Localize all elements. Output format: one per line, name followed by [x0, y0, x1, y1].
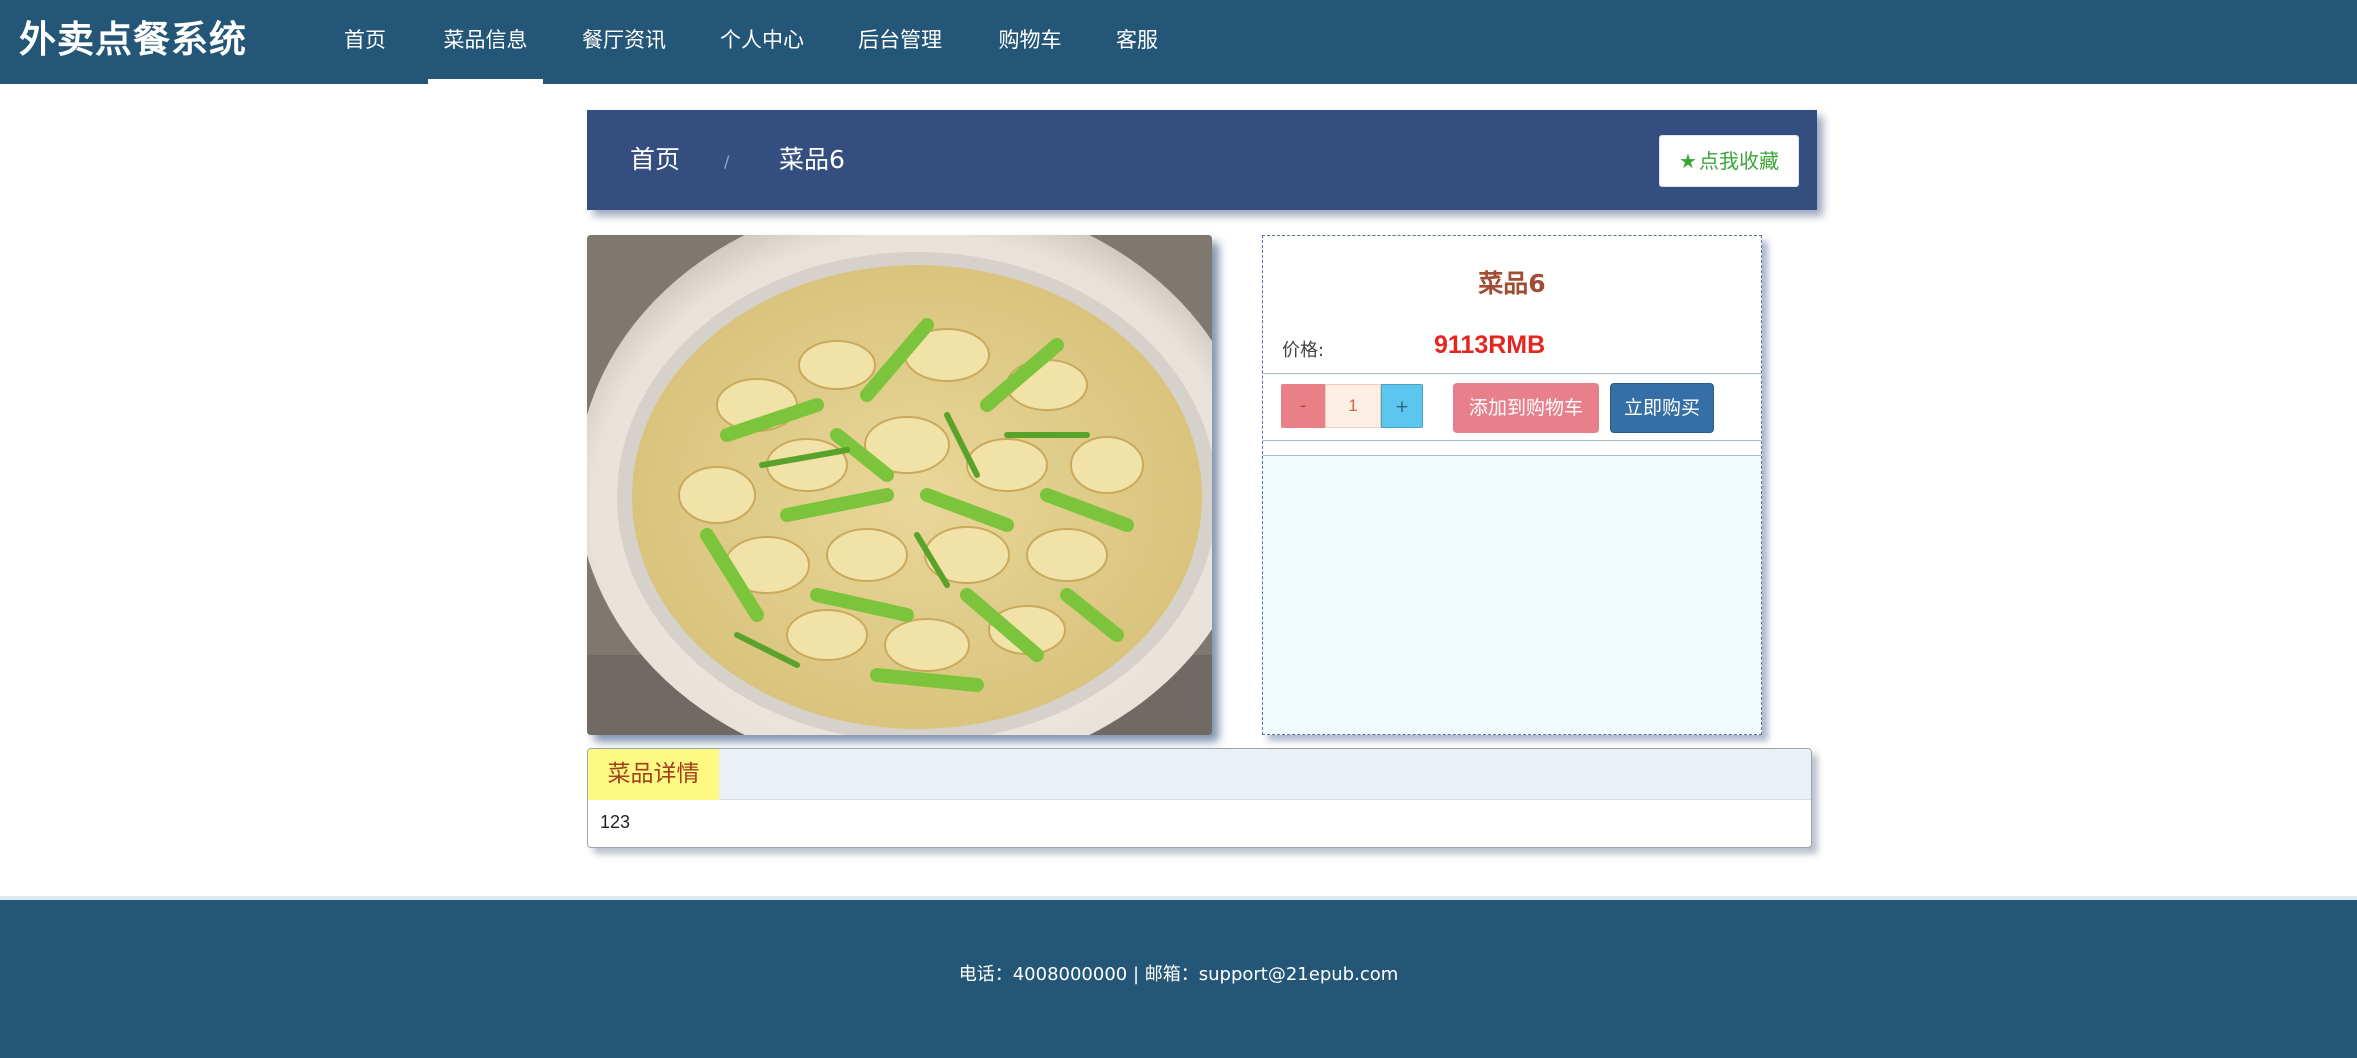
price-value: 9113RMB — [1434, 331, 1546, 359]
dish-photo-graphic — [587, 235, 1212, 735]
breadcrumb-home[interactable]: 首页 — [630, 110, 680, 210]
product-summary: 菜品6 价格: 9113RMB — [1263, 236, 1761, 374]
product-info-panel: 菜品6 价格: 9113RMB - 1 + 添加到购物车 立即购买 — [1262, 235, 1762, 735]
quantity-input[interactable]: 1 — [1325, 384, 1381, 428]
tab-product-detail[interactable]: 菜品详情 — [588, 749, 719, 800]
product-title: 菜品6 — [1478, 269, 1546, 298]
site-brand[interactable]: 外卖点餐系统 — [19, 16, 247, 64]
breadcrumb-current: 菜品6 — [779, 145, 845, 174]
nav-item-home[interactable]: 首页 — [330, 0, 400, 84]
favorite-button-label: 点我收藏 — [1698, 149, 1779, 173]
buy-now-button[interactable]: 立即购买 — [1610, 383, 1714, 433]
actions-divider — [1263, 442, 1761, 456]
nav-item-cart[interactable]: 购物车 — [986, 0, 1074, 84]
add-to-cart-button[interactable]: 添加到购物车 — [1453, 383, 1599, 433]
nav-item-admin[interactable]: 后台管理 — [846, 0, 954, 84]
price-label: 价格: — [1282, 340, 1325, 361]
quantity-increment-button[interactable]: + — [1381, 384, 1423, 428]
page-footer: 电话：4008000000 | 邮箱：support@21epub.com — [0, 896, 2357, 1058]
star-icon: ★ — [1679, 149, 1697, 173]
nav-item-dishes[interactable]: 菜品信息 — [428, 0, 543, 84]
product-detail-content: 123 — [600, 812, 631, 832]
nav-item-service[interactable]: 客服 — [1107, 0, 1167, 84]
breadcrumb: 首页 / 菜品6 ★ 点我收藏 — [587, 110, 1817, 210]
top-navbar: 外卖点餐系统 首页 菜品信息 餐厅资讯 个人中心 后台管理 购物车 客服 — [0, 0, 2357, 84]
product-detail-section: 菜品详情 123 — [587, 748, 1812, 848]
favorite-button[interactable]: ★ 点我收藏 — [1659, 135, 1799, 187]
detail-tab-bar: 菜品详情 — [588, 749, 1811, 800]
nav-item-news[interactable]: 餐厅资讯 — [570, 0, 678, 84]
quantity-decrement-button[interactable]: - — [1281, 384, 1325, 428]
dish-photo — [587, 235, 1212, 735]
footer-contact: 电话：4008000000 | 邮箱：support@21epub.com — [958, 964, 1399, 985]
nav-item-profile[interactable]: 个人中心 — [708, 0, 816, 84]
breadcrumb-separator: / — [724, 152, 730, 171]
